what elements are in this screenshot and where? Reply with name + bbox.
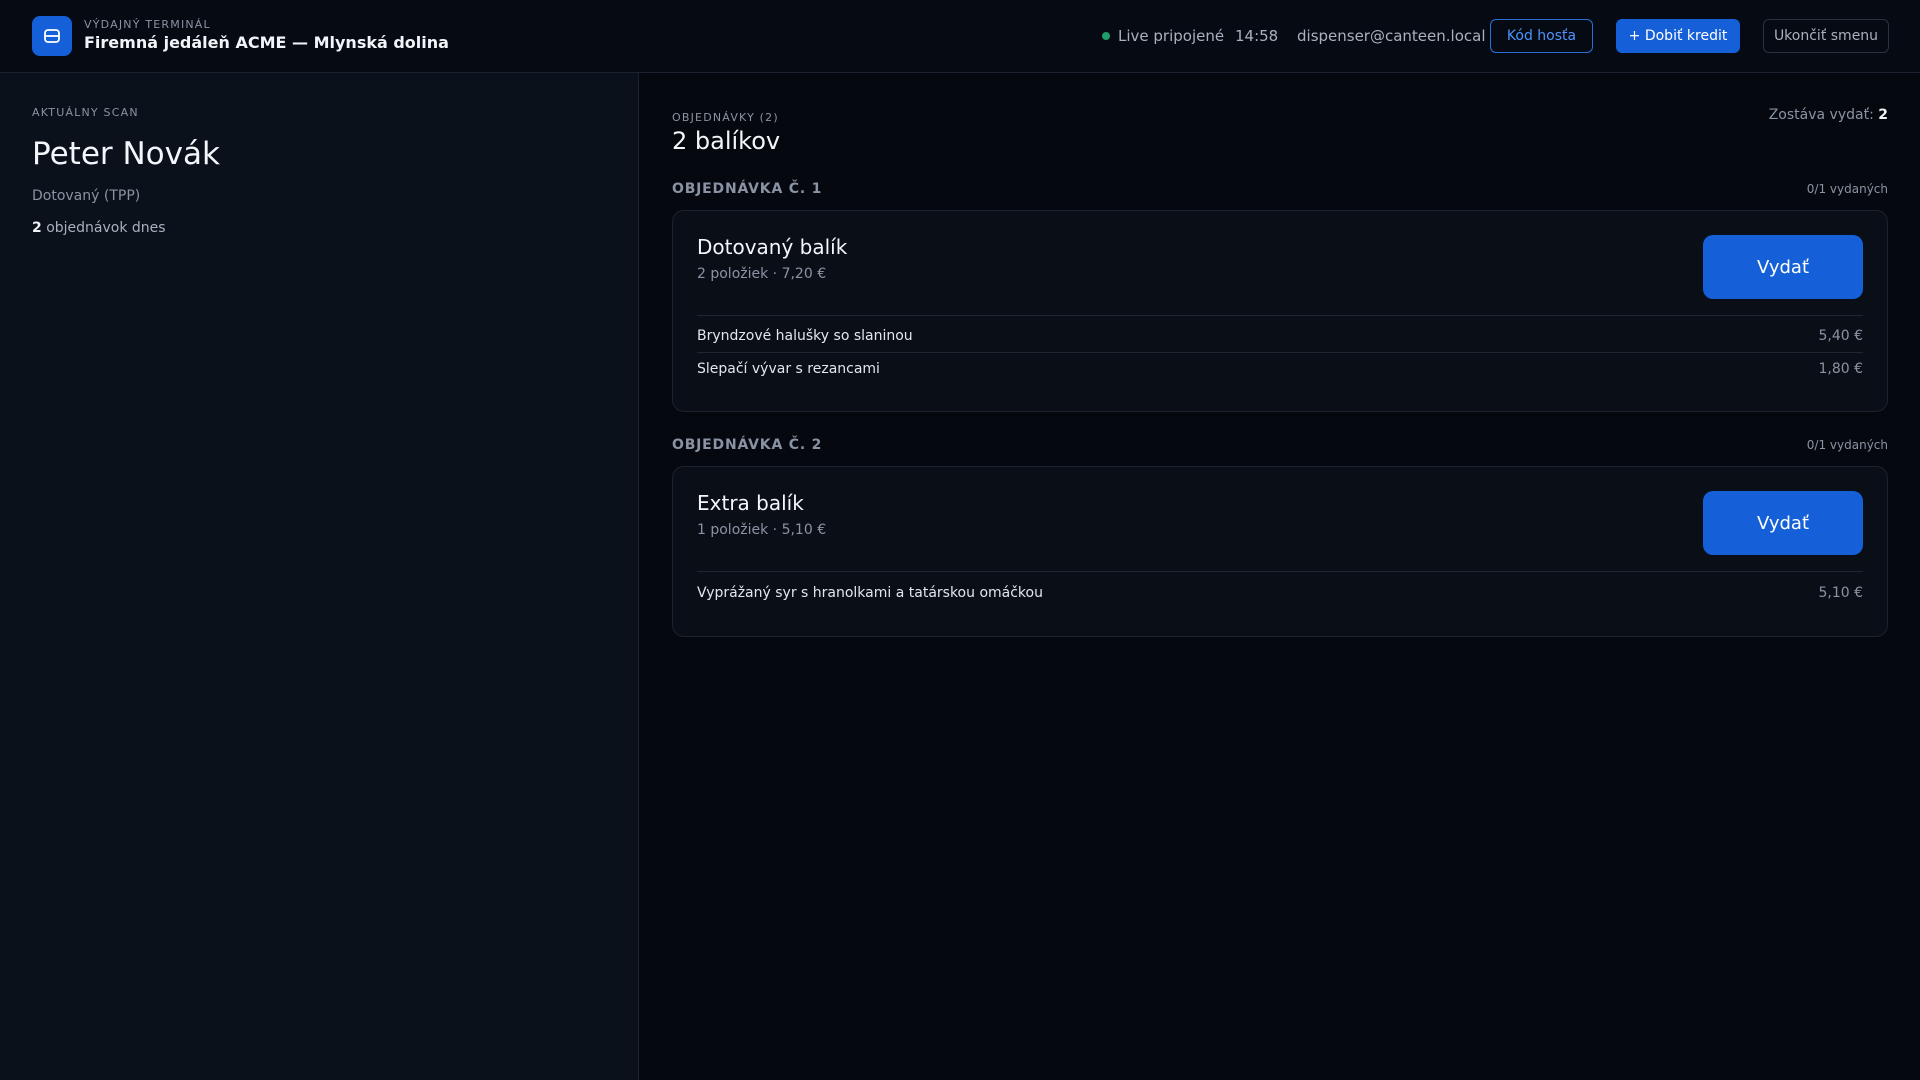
item-name: Bryndzové halušky so slaninou [697,328,913,344]
connection-status: Live pripojené [1102,27,1224,45]
order-card: Dotovaný balík 2 položiek · 7,20 € Vydať… [672,210,1888,412]
package-meta: 1 položiek · 5,10 € [697,522,827,538]
top-bar: VÝDAJNÝ TERMINÁL Firemná jedáleň ACME — … [0,0,1920,73]
orders-today-label: objednávok dnes [46,220,166,236]
item-price: 5,40 € [1818,328,1863,344]
orders-panel: OBJEDNÁVKY (2) 2 balíkov Zostáva vydať: … [640,73,1920,1080]
orders-today: 2 objednávok dnes [32,220,166,236]
customer-name: Peter Novák [32,136,220,172]
remaining-to-issue: Zostáva vydať: 2 [1769,107,1888,123]
order-item: Bryndzové halušky so slaninou 5,40 € [697,320,1863,352]
item-price: 1,80 € [1818,361,1863,377]
remaining-label: Zostáva vydať: [1768,107,1874,123]
end-shift-button[interactable]: Ukončiť smenu [1763,19,1889,53]
order-number: OBJEDNÁVKA Č. 1 [672,181,823,197]
order-item: Vyprážaný syr s hranolkami a tatárskou o… [697,577,1863,609]
guest-code-button[interactable]: Kód hosťa [1490,19,1593,53]
item-name: Slepačí vývar s rezancami [697,361,880,377]
order-issued-count: 0/1 vydaných [1806,182,1888,196]
order-issued-count: 0/1 vydaných [1806,438,1888,452]
card-divider [697,571,1863,572]
food-dome-icon [44,29,60,43]
customer-type: Dotovaný (TPP) [32,188,141,204]
terminal-logo [32,16,72,56]
top-up-credit-button[interactable]: + Dobiť kredit [1616,19,1740,53]
scan-label: AKTUÁLNY SCAN [32,106,139,119]
package-name: Extra balík [697,491,804,515]
order-card: Extra balík 1 položiek · 5,10 € Vydať Vy… [672,466,1888,637]
issue-button[interactable]: Vydať [1703,491,1863,555]
current-scan-panel: AKTUÁLNY SCAN Peter Novák Dotovaný (TPP)… [0,73,639,1080]
remaining-value: 2 [1878,107,1888,123]
order-item: Slepačí vývar s rezancami 1,80 € [697,353,1863,385]
issue-button[interactable]: Vydať [1703,235,1863,299]
logged-user: dispenser@canteen.local [1297,27,1486,45]
order-header: OBJEDNÁVKA Č. 1 0/1 vydaných [672,181,1888,197]
item-name: Vyprážaný syr s hranolkami a tatárskou o… [697,585,1043,601]
orders-today-count: 2 [32,220,42,236]
package-meta: 2 položiek · 7,20 € [697,266,827,282]
orders-title: 2 balíkov [672,127,781,155]
connection-status-label: Live pripojené [1118,27,1225,45]
status-dot-icon [1102,32,1110,40]
clock: 14:58 [1235,27,1279,45]
package-name: Dotovaný balík [697,235,848,259]
order-number: OBJEDNÁVKA Č. 2 [672,437,823,453]
order-header: OBJEDNÁVKA Č. 2 0/1 vydaných [672,437,1888,453]
card-divider [697,315,1863,316]
canteen-title: Firemná jedáleň ACME — Mlynská dolina [84,33,449,52]
item-price: 5,10 € [1818,585,1863,601]
orders-kicker: OBJEDNÁVKY (2) [672,111,779,124]
terminal-kicker: VÝDAJNÝ TERMINÁL [84,18,211,31]
